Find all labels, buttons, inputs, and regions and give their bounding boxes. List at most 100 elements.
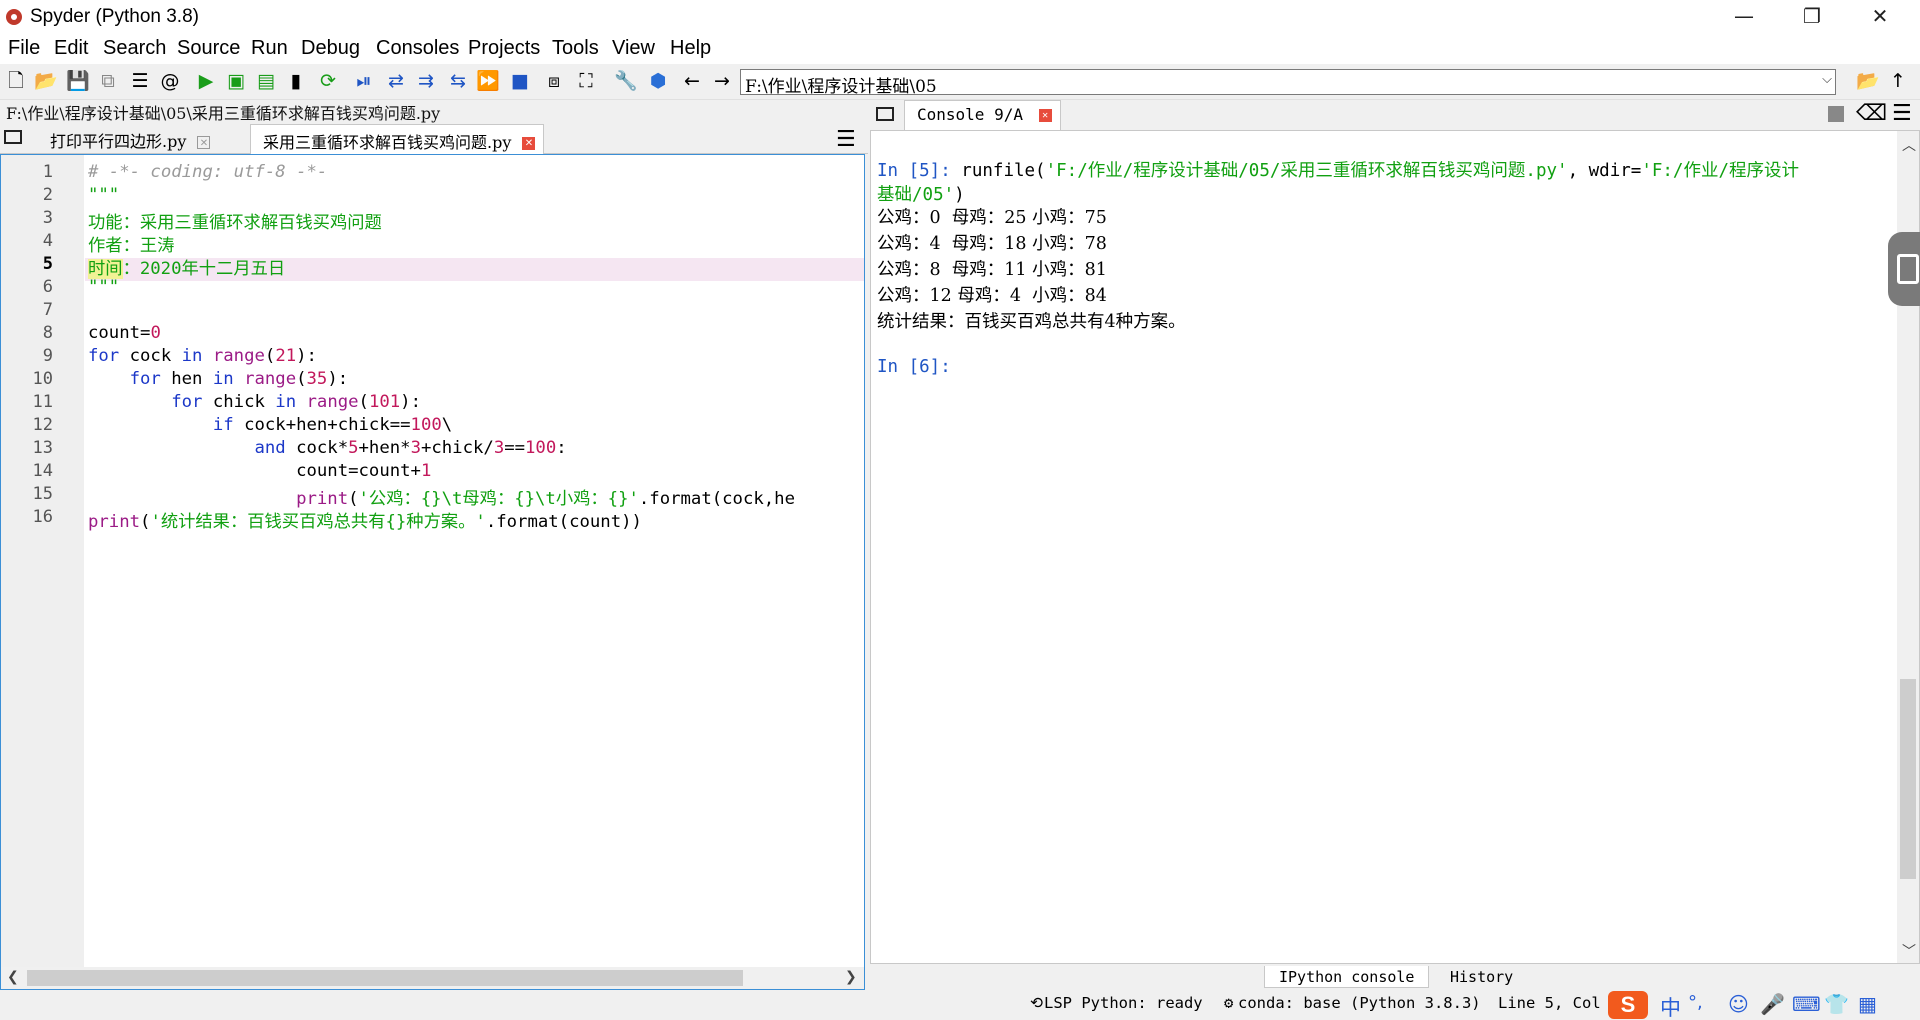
tab-ipython-console[interactable]: IPython console [1264, 966, 1430, 988]
run-cell-advance-icon[interactable]: ▤ [254, 69, 278, 93]
status-bar: ⟲ LSP Python: ready ⚙ conda: base (Pytho… [0, 990, 1920, 1020]
menu-file[interactable]: File [8, 37, 40, 60]
ime-toolbar: S 中 °, ☺ 🎤 ⌨ 👕 ▦ [1608, 990, 1920, 1020]
close-icon[interactable]: ✕ [522, 137, 536, 150]
line-number: 8 [42, 323, 53, 343]
line-number: 3 [42, 208, 53, 228]
menu-help[interactable]: Help [670, 37, 711, 60]
editor-file-path: F:\作业\程序设计基础\05\采用三重循环求解百钱买鸡问题.py [6, 104, 441, 123]
emoji-icon[interactable]: ☺ [1728, 992, 1749, 1016]
menu-search[interactable]: Search [103, 37, 166, 60]
step-icon[interactable]: ⇄ [384, 69, 408, 93]
line-number: 12 [32, 415, 53, 435]
code-line-11: for chick in range(101): [88, 392, 421, 412]
line-number: 14 [32, 461, 53, 481]
open-file-icon[interactable]: 📂 [34, 69, 58, 93]
python-path-icon[interactable]: ⬢ [646, 69, 670, 93]
menu-tools[interactable]: Tools [552, 37, 599, 60]
editor-menu-icon[interactable]: ☰ [836, 129, 856, 151]
line-number: 1 [42, 162, 53, 182]
scroll-up-icon[interactable]: ︿ [1902, 135, 1916, 155]
ipython-console[interactable]: In [5]: runfile('F:/作业/程序设计基础/05/采用三重循环求… [870, 130, 1920, 964]
conda-status: conda: base (Python 3.8.3) [1238, 994, 1481, 1012]
title-bar: Spyder (Python 3.8) — ❐ ✕ [0, 0, 1920, 34]
back-icon[interactable]: ← [680, 69, 704, 93]
console-input-continuation: 基础/05') [877, 185, 965, 205]
sync-icon: ⟲ [1030, 994, 1043, 1012]
clothes-icon[interactable]: 👕 [1824, 992, 1849, 1016]
window-title: Spyder (Python 3.8) [30, 6, 199, 27]
spyder-logo-icon [6, 9, 22, 25]
save-all-icon[interactable]: ⧉ [96, 69, 120, 93]
new-file-icon[interactable]: 🗋 [4, 69, 28, 93]
console-output-line: 统计结果：百钱买百鸡总共有4种方案。 [877, 312, 1186, 332]
preferences-icon[interactable]: 🔧 [614, 69, 638, 93]
menu-run[interactable]: Run [251, 37, 288, 60]
keyboard-icon[interactable]: ⌨ [1792, 992, 1821, 1016]
run-cell-icon[interactable]: ▣ [224, 69, 248, 93]
pane-options-icon[interactable] [876, 107, 894, 121]
parent-dir-icon[interactable]: ↑ [1886, 69, 1910, 93]
chevron-down-icon[interactable]: ⌵ [1822, 72, 1832, 87]
scrollbar-thumb[interactable] [27, 970, 743, 986]
menu-edit[interactable]: Edit [54, 37, 88, 60]
fullscreen-icon[interactable]: ⛶ [574, 69, 598, 93]
outline-icon[interactable]: ☰ [128, 69, 152, 93]
step-into-icon[interactable]: ⇉ [414, 69, 438, 93]
menu-debug[interactable]: Debug [301, 37, 360, 60]
close-button[interactable]: ✕ [1852, 0, 1908, 34]
code-editor[interactable]: 1 2 3 4 5 6 7 8 9 10 11 12 13 14 15 16 #… [0, 154, 865, 990]
code-line-3: 功能：采用三重循环求解百钱买鸡问题 [88, 213, 382, 233]
tab-label: 打印平行四边形.py [50, 132, 187, 151]
scroll-down-icon[interactable]: ﹀ [1902, 941, 1916, 961]
browse-folder-icon[interactable]: 📂 [1856, 69, 1880, 93]
close-icon[interactable]: ✕ [1038, 109, 1052, 122]
mic-icon[interactable]: 🎤 [1760, 992, 1785, 1016]
at-icon[interactable]: @ [158, 69, 182, 93]
floating-side-widget[interactable] [1888, 232, 1920, 306]
maximize-pane-icon[interactable]: ⧈ [542, 69, 566, 93]
menu-view[interactable]: View [612, 37, 655, 60]
tab-console[interactable]: Console 9/A ✕ [904, 100, 1061, 130]
console-menu-icon[interactable]: ☰ [1892, 103, 1912, 125]
ime-punct[interactable]: °, [1688, 992, 1703, 1013]
menu-consoles[interactable]: Consoles [376, 37, 459, 60]
debug-icon[interactable]: ⏯ [352, 69, 376, 93]
console-output-line: 公鸡：0 母鸡：25 小鸡：75 [877, 208, 1107, 228]
scrollbar-thumb[interactable] [1900, 679, 1916, 879]
sogou-logo-icon[interactable]: S [1608, 991, 1648, 1019]
run-selection-icon[interactable]: ▮ [284, 69, 308, 93]
menu-source[interactable]: Source [177, 37, 240, 60]
code-line-5: 时间：2020年十二月五日 [88, 259, 286, 279]
stop-kernel-icon[interactable] [1828, 106, 1844, 122]
restore-button[interactable]: ❐ [1784, 0, 1840, 34]
minimize-button[interactable]: — [1716, 0, 1772, 34]
console-next-prompt: In [6]: [877, 357, 951, 377]
run-icon[interactable]: ▶ [194, 69, 218, 93]
editor-horizontal-scrollbar[interactable]: ❮ ❯ [1, 967, 864, 989]
pane-options-icon[interactable] [4, 130, 22, 144]
scroll-right-icon[interactable]: ❯ [845, 969, 857, 985]
tab-file-1[interactable]: 打印平行四边形.py ✕ [38, 124, 218, 154]
close-icon[interactable]: ✕ [197, 136, 211, 149]
menu-projects[interactable]: Projects [468, 37, 540, 60]
code-line-13: and cock*5+hen*3+chick/3==100: [88, 438, 567, 458]
scroll-left-icon[interactable]: ❮ [7, 969, 19, 985]
line-number: 6 [42, 277, 53, 297]
clear-console-icon[interactable]: ⌫ [1856, 103, 1887, 125]
forward-icon[interactable]: → [710, 69, 734, 93]
rerun-icon[interactable]: ⟳ [316, 69, 340, 93]
code-line-16: print('统计结果：百钱买百鸡总共有{}种方案。'.format(count… [88, 512, 642, 532]
working-directory-combo[interactable]: F:\作业\程序设计基础\05 ⌵ [740, 69, 1836, 97]
continue-icon[interactable]: ⏩ [476, 69, 500, 93]
step-return-icon[interactable]: ⇆ [446, 69, 470, 93]
line-number-current: 5 [42, 254, 53, 274]
tab-history[interactable]: History [1436, 966, 1527, 988]
save-icon[interactable]: 💾 [66, 69, 90, 93]
stop-icon[interactable]: ■ [508, 69, 532, 93]
main-toolbar: 🗋 📂 💾 ⧉ ☰ @ ▶ ▣ ▤ ▮ ⟳ ⏯ ⇄ ⇉ ⇆ ⏩ ■ ⧈ ⛶ 🔧 … [0, 64, 1920, 100]
ime-mode[interactable]: 中 [1660, 992, 1681, 1020]
code-line-10: for hen in range(35): [88, 369, 349, 389]
grid-icon[interactable]: ▦ [1858, 992, 1877, 1016]
tab-file-2[interactable]: 采用三重循环求解百钱买鸡问题.py ✕ [250, 124, 545, 154]
